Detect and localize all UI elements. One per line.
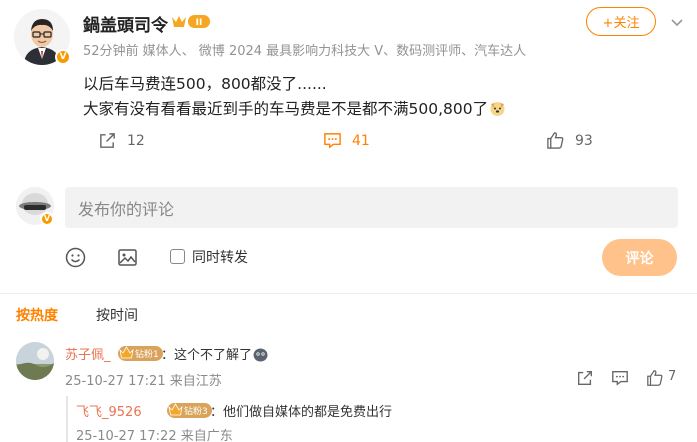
crown-icon xyxy=(168,403,183,416)
like-button[interactable]: 93 xyxy=(546,131,593,150)
post-text-line2: 大家有没有看看最近到手的车马费是不是都不满500,800了 xyxy=(83,97,506,119)
comment-button[interactable]: 41 xyxy=(323,131,370,150)
comment-avatar[interactable] xyxy=(16,342,54,380)
author-name[interactable]: 鍋盖頭司令 xyxy=(83,11,168,36)
svg-text:II: II xyxy=(196,18,203,28)
comment-repost-icon[interactable] xyxy=(576,369,594,387)
chevron-down-icon[interactable] xyxy=(669,14,685,30)
repost-checkbox[interactable] xyxy=(170,249,185,264)
reply-meta: 25-10-27 17:22 来自广东 xyxy=(76,429,233,442)
crown-icon xyxy=(119,346,134,359)
reply-text: ：他们做自媒体的都是免费出行 xyxy=(210,405,393,420)
tab-sort-time[interactable]: 按时间 xyxy=(96,305,138,325)
verified-v-icon: V xyxy=(40,212,54,226)
fan-level-badge: 钻粉3 xyxy=(167,403,212,418)
repost-icon xyxy=(100,133,115,148)
repost-checkbox-label: 同时转发 xyxy=(192,250,248,266)
image-icon[interactable] xyxy=(117,247,138,268)
comment-meta: 25-10-27 17:21 来自江苏 xyxy=(65,374,222,389)
repost-count: 12 xyxy=(127,132,145,149)
comment-like-icon[interactable] xyxy=(646,369,664,387)
sticker-emoji-icon xyxy=(252,347,269,362)
thumbs-up-icon xyxy=(547,132,564,149)
section-divider xyxy=(0,293,697,294)
vip-level-badge: II xyxy=(170,13,212,30)
follow-button[interactable]: +关注 xyxy=(586,7,656,36)
post-meta: 52分钟前 媒体人、 微博 2024 最具影响力科技大 V、数码测评师、汽车达人 xyxy=(83,44,527,59)
dog-emoji-icon xyxy=(489,100,506,117)
post-text-line1: 以后车马费连500，800都没了...... xyxy=(83,75,327,93)
comment-count: 41 xyxy=(352,132,370,149)
reply-author-name[interactable]: 飞飞_9526 xyxy=(76,401,142,420)
fan-level-badge: 钻粉1 xyxy=(118,346,163,361)
tab-sort-hot[interactable]: 按热度 xyxy=(16,305,58,325)
comment-input[interactable]: 发布你的评论 xyxy=(65,187,678,228)
like-count: 93 xyxy=(575,132,593,149)
reply-thread-bar xyxy=(66,396,68,442)
verified-v-icon: V xyxy=(55,49,71,65)
comment-text: ：这个不了解了 xyxy=(161,344,269,363)
comment-icon xyxy=(324,133,341,149)
emoji-icon[interactable] xyxy=(65,247,86,268)
comment-author-name[interactable]: 苏子佩_ xyxy=(65,344,111,363)
submit-comment-button[interactable]: 评论 xyxy=(602,239,677,276)
repost-button[interactable]: 12 xyxy=(98,131,145,150)
comment-like-count: 7 xyxy=(668,369,677,384)
comment-reply-icon[interactable] xyxy=(611,369,629,387)
